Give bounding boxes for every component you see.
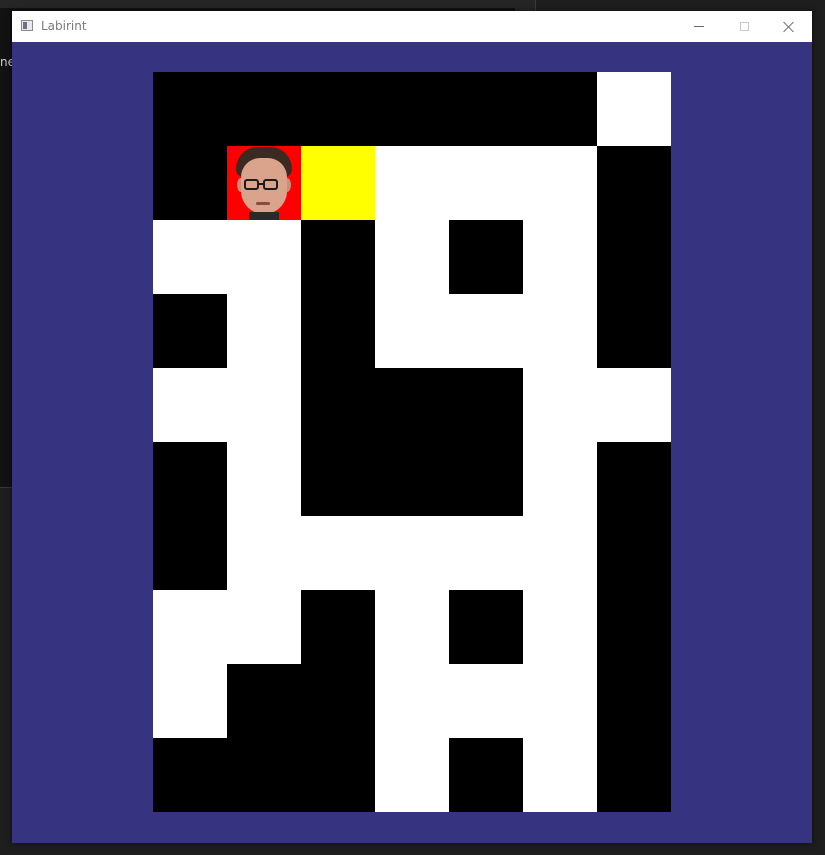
player-face-part bbox=[256, 202, 270, 205]
maze-cell-wall bbox=[301, 664, 375, 738]
maze-cell-wall bbox=[597, 664, 671, 738]
maze-cell-path bbox=[227, 368, 301, 442]
maze-cell-wall bbox=[449, 368, 523, 442]
maze-cell-wall bbox=[375, 442, 449, 516]
maze-cell-path bbox=[523, 294, 597, 368]
app-window-icon[interactable] bbox=[21, 20, 33, 31]
maze-cell-path bbox=[523, 516, 597, 590]
maze-cell-path bbox=[523, 442, 597, 516]
maze-cell-path bbox=[449, 664, 523, 738]
maze-cell-wall bbox=[449, 72, 523, 146]
maze-cell-path bbox=[597, 368, 671, 442]
maze-cell-wall bbox=[597, 294, 671, 368]
desktop: ne Labirint bbox=[0, 0, 825, 855]
maze-cell-path bbox=[375, 590, 449, 664]
maze-cell-wall bbox=[301, 738, 375, 812]
maze-cell-wall bbox=[227, 664, 301, 738]
maze-cell-path bbox=[375, 220, 449, 294]
maze-cell-path bbox=[523, 368, 597, 442]
maze-cell-path bbox=[523, 220, 597, 294]
minimize-button[interactable] bbox=[676, 11, 722, 42]
minimize-icon bbox=[694, 26, 704, 27]
maze-cell-wall bbox=[597, 220, 671, 294]
player-face-part bbox=[263, 179, 278, 190]
maze-cell-path bbox=[449, 146, 523, 220]
maze-cell-wall bbox=[227, 738, 301, 812]
player-face-icon bbox=[227, 146, 301, 220]
maze-cell-wall bbox=[301, 368, 375, 442]
maze-cell-path bbox=[227, 294, 301, 368]
maze-cell-path bbox=[597, 72, 671, 146]
window-title: Labirint bbox=[41, 19, 87, 33]
player-face-part bbox=[244, 179, 259, 190]
maze-cell-path bbox=[449, 294, 523, 368]
maze-cell-wall bbox=[597, 590, 671, 664]
maze-cell-wall bbox=[301, 590, 375, 664]
maze-cell-wall bbox=[153, 442, 227, 516]
maximize-button[interactable] bbox=[721, 11, 767, 42]
maze-cell-wall bbox=[301, 220, 375, 294]
maze-cell-path bbox=[449, 516, 523, 590]
maze-cell-path bbox=[375, 664, 449, 738]
maze-cell-wall bbox=[449, 738, 523, 812]
maze-cell-path bbox=[523, 738, 597, 812]
maze-cell-wall bbox=[153, 146, 227, 220]
maze-cell-wall bbox=[301, 294, 375, 368]
maze-cell-path bbox=[375, 294, 449, 368]
maze-cell-path bbox=[523, 146, 597, 220]
maze-cell-wall bbox=[301, 442, 375, 516]
maze-grid bbox=[153, 72, 671, 812]
maze-cell-path bbox=[227, 442, 301, 516]
maze-cell-path bbox=[227, 220, 301, 294]
maze-cell-wall bbox=[523, 72, 597, 146]
maze-cell-path bbox=[153, 368, 227, 442]
player-face-part bbox=[249, 212, 279, 220]
maze-cell-wall bbox=[153, 72, 227, 146]
maze-cell-wall bbox=[375, 368, 449, 442]
maze-cell-path bbox=[227, 590, 301, 664]
maze-cell-wall bbox=[449, 590, 523, 664]
maze-cell-wall bbox=[597, 146, 671, 220]
maze-cell-path bbox=[375, 738, 449, 812]
maze-cell-path bbox=[227, 516, 301, 590]
maze-cell-wall bbox=[449, 442, 523, 516]
maze-cell-player bbox=[227, 146, 301, 220]
title-bar[interactable]: Labirint bbox=[12, 11, 812, 42]
maze-cell-wall bbox=[597, 738, 671, 812]
maze-cell-wall bbox=[301, 72, 375, 146]
maze-cell-wall bbox=[153, 516, 227, 590]
maze-cell-path bbox=[523, 590, 597, 664]
maze-cell-wall bbox=[227, 72, 301, 146]
close-button[interactable] bbox=[766, 11, 812, 42]
maze-cell-path bbox=[301, 516, 375, 590]
maze-cell-wall bbox=[597, 516, 671, 590]
maze-cell-path bbox=[153, 664, 227, 738]
labirint-window: Labirint bbox=[12, 11, 812, 843]
maze-cell-wall bbox=[597, 442, 671, 516]
player-face-part bbox=[259, 183, 263, 185]
maze-cell-path bbox=[523, 664, 597, 738]
maze-cell-path bbox=[153, 220, 227, 294]
maze-cell-path bbox=[375, 516, 449, 590]
maze-cell-path bbox=[153, 590, 227, 664]
maze-cell-wall bbox=[153, 294, 227, 368]
maze-cell-goal bbox=[301, 146, 375, 220]
close-icon bbox=[783, 21, 795, 33]
maze-cell-wall bbox=[375, 72, 449, 146]
maze-cell-wall bbox=[449, 220, 523, 294]
maze-cell-wall bbox=[153, 738, 227, 812]
maximize-icon bbox=[739, 22, 749, 31]
maze-cell-path bbox=[375, 146, 449, 220]
